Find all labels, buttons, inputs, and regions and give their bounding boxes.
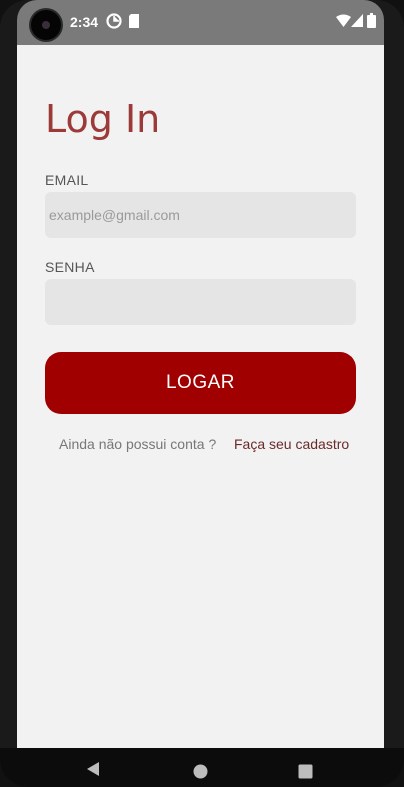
phone-frame: 2:34 Log In EMAIL SENHA LOGAR Ainda não … — [0, 0, 404, 787]
page-title: Log In — [45, 97, 161, 141]
signup-link[interactable]: Faça seu cadastro — [234, 436, 349, 452]
login-button[interactable]: LOGAR — [45, 352, 356, 414]
home-icon[interactable] — [193, 764, 208, 784]
login-screen: Log In EMAIL SENHA LOGAR Ainda não possu… — [17, 45, 384, 748]
status-bar: 2:34 — [17, 0, 384, 45]
battery-icon — [367, 13, 376, 33]
email-label: EMAIL — [45, 172, 89, 188]
password-label: SENHA — [45, 259, 95, 275]
wifi-icon — [336, 14, 351, 32]
signup-prompt: Ainda não possui conta ? — [59, 436, 217, 452]
back-icon[interactable] — [86, 761, 100, 782]
password-field[interactable] — [45, 279, 356, 325]
recents-icon[interactable] — [298, 764, 313, 784]
data-saver-icon — [106, 13, 122, 34]
email-field[interactable] — [45, 192, 356, 238]
signal-icon — [351, 14, 363, 32]
status-time: 2:34 — [70, 14, 99, 30]
front-camera — [31, 10, 61, 40]
sd-card-icon — [128, 13, 140, 34]
